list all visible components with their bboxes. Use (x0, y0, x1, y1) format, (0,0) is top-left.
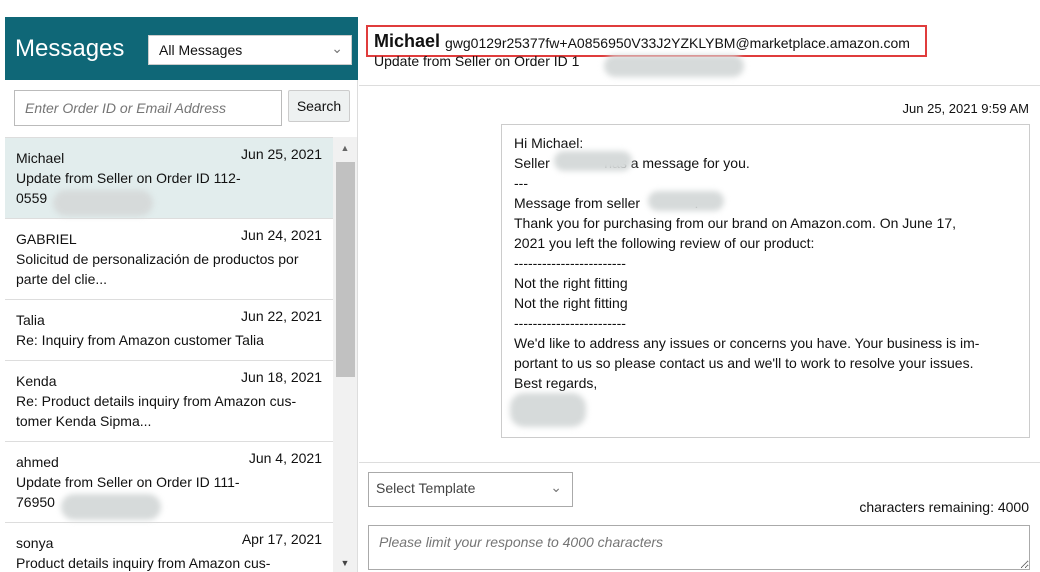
message-line: We'd like to address any issues or conce… (514, 335, 980, 351)
redaction (510, 393, 586, 427)
message-subject: Re: Product details inquiry from Amazon … (16, 393, 297, 429)
list-item[interactable]: Talia Jun 22, 2021 Re: Inquiry from Amazon… (5, 300, 333, 361)
message-line: 2021 you left the following review of ou… (514, 235, 815, 251)
list-item[interactable]: GABRIEL Jun 24, 2021 Solicitud de personal… (5, 219, 333, 300)
message-line: Hi Michael: (514, 135, 584, 151)
characters-remaining: characters remaining: 4000 (859, 499, 1029, 515)
scroll-down-icon[interactable]: ▼ (333, 558, 357, 568)
list-item[interactable]: sonya Apr 17, 2021 Product details inquiry… (5, 523, 333, 572)
message-bubble: Hi Michael: Seller has a message for you… (501, 124, 1030, 438)
scroll-up-icon[interactable]: ▲ (333, 143, 357, 153)
template-select[interactable]: Select Template ⌄ (368, 472, 573, 507)
message-line: Not the right fitting (514, 275, 628, 291)
chevron-down-icon: ⌄ (550, 479, 562, 495)
contact-name: Michael (374, 31, 441, 51)
message-subject: Product details inquiry from Amazon cus- (16, 555, 271, 571)
message-filter-select[interactable]: All Messages ⌄ (148, 35, 352, 65)
message-line: ------------------------ (514, 255, 626, 271)
list-item[interactable]: Kenda Jun 18, 2021 Re: Product details inq… (5, 361, 333, 442)
list-item[interactable]: Michael Jun 25, 2021 Update from Seller on… (5, 138, 333, 219)
message-line: Not the right fitting (514, 295, 628, 311)
reply-textarea[interactable] (368, 525, 1030, 570)
conversation-header: Michael gwg0129r25377fw+A0856950V33J2YZK… (359, 17, 1040, 86)
message-line: --- (514, 175, 528, 191)
contact-email: gwg0129r25377fw+A0856950V33J2YZKLYBM@mar… (445, 35, 910, 51)
reply-area: Select Template ⌄ characters remaining: 4… (359, 462, 1040, 572)
message-date: Jun 25, 2021 (241, 146, 322, 162)
conversation-panel: Michael gwg0129r25377fw+A0856950V33J2YZK… (359, 17, 1040, 572)
message-date: Apr 17, 2021 (241, 531, 322, 547)
panel-header: Messages All Messages ⌄ (5, 17, 358, 80)
message-list: Michael Jun 25, 2021 Update from Seller on… (5, 137, 333, 572)
message-subject: Solicitud de personalización de producto… (16, 251, 299, 287)
message-line: Best regards, (514, 375, 598, 391)
message-line: portant to us so please contact us and w… (514, 355, 974, 371)
page-title: Messages (15, 35, 125, 62)
list-item[interactable]: ahmed Jun 4, 2021 Update from Seller on Or… (5, 442, 333, 523)
chevron-down-icon: ⌄ (331, 40, 343, 56)
redaction (61, 494, 161, 520)
message-timestamp: Jun 25, 2021 9:59 AM (902, 101, 1029, 116)
conversation-subject: Update from Seller on Order ID 1 (374, 53, 580, 69)
message-date: Jun 22, 2021 (241, 308, 322, 324)
search-button[interactable]: Search (288, 90, 350, 122)
redaction (53, 190, 153, 216)
message-line: Thank you for purchasing from our brand … (514, 215, 957, 231)
message-line (514, 393, 1017, 413)
message-date: Jun 24, 2021 (241, 227, 322, 243)
message-list-panel: Messages All Messages ⌄ Search MichaelJun… (5, 17, 358, 572)
message-line: ------------------------ (514, 315, 626, 331)
message-date: Jun 4, 2021 (248, 450, 322, 466)
message-line: Message from seller : (514, 195, 699, 211)
search-input[interactable] (14, 90, 282, 126)
redaction (554, 151, 632, 171)
template-value: Select Template (376, 480, 476, 496)
message-subject: Re: Inquiry from Amazon customer Talia (16, 332, 264, 348)
redaction (648, 191, 724, 211)
scrollbar-thumb[interactable] (336, 162, 355, 377)
redaction (604, 55, 744, 77)
message-date: Jun 18, 2021 (241, 369, 322, 385)
filter-value: All Messages (159, 42, 243, 58)
